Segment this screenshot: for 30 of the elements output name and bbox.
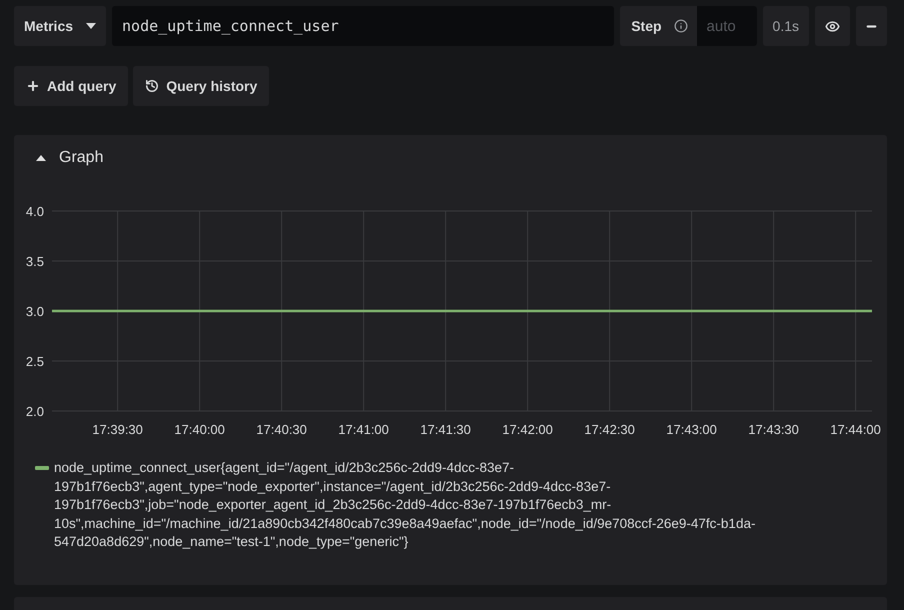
add-query-button[interactable]: Add query: [14, 66, 128, 106]
x-tick-label: 17:43:30: [748, 422, 799, 437]
info-icon: [674, 19, 688, 33]
y-tick-label: 3.0: [26, 304, 44, 319]
query-field[interactable]: node_uptime_connect_user: [112, 6, 614, 46]
graph-toggle[interactable]: Graph: [14, 149, 104, 167]
y-tick-label: 2.5: [26, 354, 44, 369]
x-tick-label: 17:40:00: [174, 422, 225, 437]
datasource-dropdown[interactable]: Metrics: [14, 6, 106, 46]
x-tick-label: 17:44:00: [830, 422, 881, 437]
query-duration: 0.1s: [762, 6, 809, 46]
y-tick-label: 4.0: [26, 204, 44, 219]
x-tick-label: 17:39:30: [92, 422, 143, 437]
step-input[interactable]: auto: [696, 6, 757, 46]
x-tick-label: 17:43:00: [666, 422, 717, 437]
history-icon: [145, 79, 160, 93]
x-tick-label: 17:42:00: [502, 422, 553, 437]
x-tick-label: 17:41:30: [420, 422, 471, 437]
plus-icon: [26, 79, 40, 93]
eye-button[interactable]: [815, 6, 850, 46]
x-tick-label: 17:41:00: [338, 422, 389, 437]
eye-icon: [825, 18, 840, 34]
step-label: Step: [630, 17, 663, 36]
y-tick-label: 3.5: [26, 254, 44, 269]
x-tick-label: 17:40:30: [256, 422, 307, 437]
query-history-button[interactable]: Query history: [133, 66, 270, 106]
caret-icon: [86, 23, 96, 29]
x-tick-label: 17:42:30: [584, 422, 635, 437]
legend-label: node_uptime_connect_user{agent_id="/agent_id/2b3c256c-2dd9-4dcc-83e7-197b1f76ecb3",agent_type="node_exporter",instance="/agent_id/2b3c256c-2dd9-4dcc-83e7-197b1f76ecb3",job="node_exporter_agent_id_2b3c256c-2dd9-4dcc-83e7-197b1f76ecb3_mr-10s",machine_id="/machine_id/21a890cb342f480cab7c39e8a49aefac",node_id="/node_id/9e708ccf-26e9-47fc-b1da-547d20a8d629",node_name="test-1",node_type="generic"}: [54, 459, 756, 551]
y-tick-label: 2.0: [26, 404, 44, 419]
